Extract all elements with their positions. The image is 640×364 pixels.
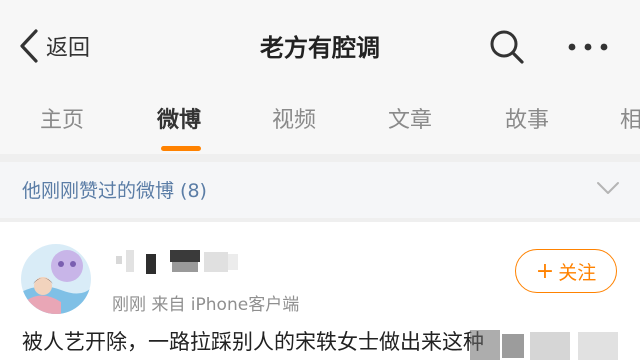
top-navigation-bar: 返回 老方有腔调 — [0, 0, 640, 88]
more-icon[interactable] — [566, 34, 610, 60]
avatar[interactable] — [21, 244, 91, 314]
tab-video[interactable]: 视频 — [272, 102, 316, 134]
chevron-down-icon — [597, 182, 619, 194]
plus-icon: + — [535, 258, 555, 284]
tab-home[interactable]: 主页 — [40, 102, 84, 134]
liked-posts-bar[interactable]: 他刚刚赞过的微博 (8) — [0, 162, 640, 218]
search-icon[interactable] — [488, 28, 526, 66]
liked-posts-label: 他刚刚赞过的微博 (8) — [22, 180, 207, 202]
follow-label: 关注 — [558, 261, 597, 284]
post-text[interactable]: 被人艺开除，一路拉踩别人的宋轶女士做出来这种 — [22, 326, 484, 356]
profile-tabs: 主页 微博 视频 文章 故事 相 — [0, 88, 640, 154]
page-title: 老方有腔调 — [260, 34, 380, 62]
tab-stories[interactable]: 故事 — [505, 102, 549, 134]
post-meta: 刚刚 来自 iPhone客户端 — [112, 295, 300, 315]
section-divider — [0, 154, 640, 162]
active-tab-indicator — [161, 146, 201, 151]
follow-button[interactable]: + 关注 — [515, 249, 617, 293]
username-blurred[interactable] — [112, 248, 242, 276]
tab-albums[interactable]: 相 — [620, 102, 640, 134]
watermark-overlay — [470, 330, 618, 360]
section-divider — [0, 218, 640, 222]
tab-weibo[interactable]: 微博 — [157, 102, 201, 134]
tab-articles[interactable]: 文章 — [388, 102, 432, 134]
